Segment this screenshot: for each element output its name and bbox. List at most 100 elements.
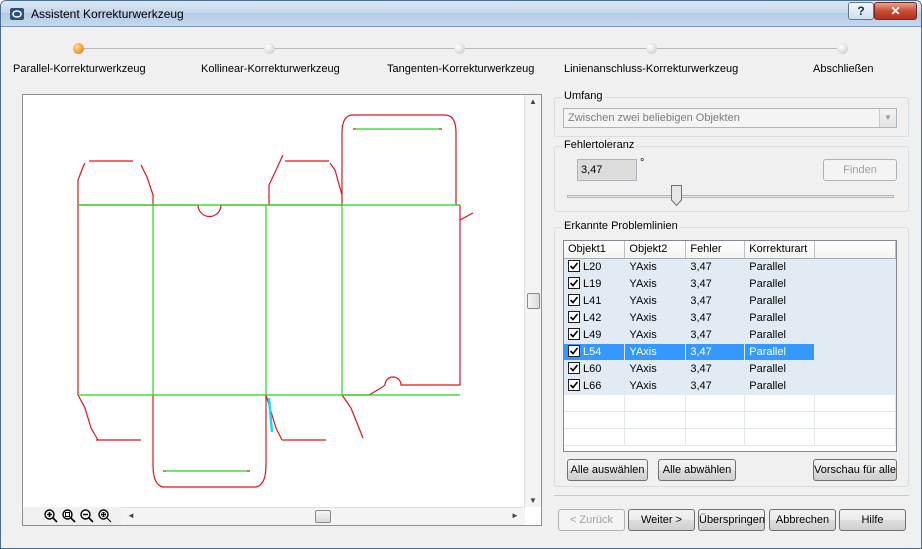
cell-empty	[564, 428, 626, 446]
table-row[interactable]: L60 YAxis 3,47 Parallel	[564, 360, 896, 378]
row-checkbox[interactable]	[568, 379, 580, 391]
table-row[interactable]: L42 YAxis 3,47 Parallel	[564, 309, 896, 327]
table-row[interactable]: L41 YAxis 3,47 Parallel	[564, 292, 896, 310]
row-checkbox[interactable]	[568, 311, 580, 323]
dieline-drawing[interactable]	[23, 95, 525, 507]
table-row-empty	[564, 428, 896, 446]
tolerance-input[interactable]: 3,47	[577, 159, 637, 181]
find-button[interactable]: Finden	[823, 159, 897, 181]
cell-objekt1[interactable]: L49	[564, 326, 626, 344]
scope-value: Zwischen zwei beliebigen Objekten	[568, 112, 740, 124]
cell-objekt1-label: L66	[583, 380, 602, 392]
cell-empty	[685, 411, 746, 429]
scope-combo[interactable]: Zwischen zwei beliebigen Objekten ▼	[563, 108, 897, 128]
scope-title: Umfang	[562, 90, 605, 102]
cell-objekt1[interactable]: L42	[564, 309, 626, 327]
vertical-scrollbar[interactable]: ▲ ▼	[524, 95, 541, 507]
cell-empty	[814, 292, 896, 310]
cell-objekt2: YAxis	[624, 275, 687, 293]
cell-fehler: 3,47	[685, 275, 746, 293]
degree-unit: °	[640, 157, 645, 169]
horizontal-scrollbar[interactable]: ◄ ►	[121, 507, 525, 525]
skip-button[interactable]: Überspringen	[698, 509, 765, 531]
title-bar[interactable]: Assistent Korrekturwerkzeug ? ✕	[1, 1, 921, 27]
cell-objekt1[interactable]: L60	[564, 360, 626, 378]
problems-table[interactable]: Objekt1 Objekt2 Fehler Korrekturart L20 Y…	[563, 240, 897, 452]
cell-objekt1[interactable]: L54	[564, 343, 626, 361]
scroll-right-icon[interactable]: ►	[507, 511, 523, 520]
cell-empty	[814, 394, 896, 412]
cell-empty	[814, 258, 896, 276]
cell-empty	[564, 394, 626, 412]
column-header-objekt2[interactable]: Objekt2	[624, 241, 687, 259]
cell-fehler: 3,47	[685, 326, 746, 344]
column-header-objekt1[interactable]: Objekt1	[564, 241, 626, 259]
column-header-korrekturart[interactable]: Korrekturart	[744, 241, 816, 259]
cell-korrekturart: Parallel	[744, 258, 816, 276]
help-title-button[interactable]: ?	[848, 2, 874, 20]
deselect-all-button[interactable]: Alle abwählen	[658, 459, 736, 481]
table-row[interactable]: L19 YAxis 3,47 Parallel	[564, 275, 896, 293]
preview-all-button[interactable]: Vorschau für alle	[813, 459, 897, 481]
cell-objekt1[interactable]: L41	[564, 292, 626, 310]
table-row[interactable]: L66 YAxis 3,47 Parallel	[564, 377, 896, 395]
cell-fehler: 3,47	[685, 309, 746, 327]
zoom-fit-icon[interactable]	[97, 508, 113, 524]
zoom-window-icon[interactable]	[61, 508, 77, 524]
select-all-button[interactable]: Alle auswählen	[567, 459, 648, 481]
step-dot-linienanschluss	[646, 43, 657, 54]
vertical-scroll-thumb[interactable]	[527, 293, 540, 309]
row-checkbox[interactable]	[568, 294, 580, 306]
cell-objekt2: YAxis	[624, 326, 687, 344]
table-row[interactable]: L54 YAxis 3,47 Parallel	[564, 343, 896, 361]
step-dot-abschliessen	[837, 43, 848, 54]
row-checkbox[interactable]	[568, 277, 580, 289]
cell-empty	[744, 394, 816, 412]
zoom-in-icon[interactable]	[43, 508, 59, 524]
cell-korrekturart: Parallel	[744, 377, 816, 395]
back-button[interactable]: < Zurück	[558, 509, 625, 531]
scroll-left-icon[interactable]: ◄	[123, 511, 139, 520]
cell-empty	[744, 428, 816, 446]
step-label-abschliessen: Abschließen	[813, 63, 874, 75]
chevron-down-icon[interactable]: ▼	[879, 109, 896, 127]
footer-separator	[554, 495, 909, 496]
row-checkbox[interactable]	[568, 362, 580, 374]
cell-objekt1[interactable]: L66	[564, 377, 626, 395]
row-checkbox[interactable]	[568, 345, 580, 357]
cell-objekt1[interactable]: L19	[564, 275, 626, 293]
tolerance-title: Fehlertoleranz	[562, 139, 637, 151]
zoom-out-icon[interactable]	[79, 508, 95, 524]
cell-empty	[564, 411, 626, 429]
cancel-button[interactable]: Abbrechen	[769, 509, 836, 531]
row-checkbox[interactable]	[568, 328, 580, 340]
step-dot-parallel	[73, 43, 84, 54]
table-row[interactable]: L20 YAxis 3,47 Parallel	[564, 258, 896, 276]
step-dot-tangenten	[454, 43, 465, 54]
scroll-up-icon[interactable]: ▲	[525, 97, 541, 106]
column-header-fehler[interactable]: Fehler	[685, 241, 746, 259]
cell-objekt1[interactable]: L20	[564, 258, 626, 276]
step-label-linienanschluss: Linienanschluss-Korrekturwerkzeug	[564, 63, 739, 75]
cell-empty	[814, 343, 896, 361]
cell-objekt2: YAxis	[624, 309, 687, 327]
table-row[interactable]: L49 YAxis 3,47 Parallel	[564, 326, 896, 344]
cell-empty	[814, 275, 896, 293]
horizontal-scroll-thumb[interactable]	[315, 510, 331, 523]
drawing-preview[interactable]: ▲ ▼ ◄ ►	[22, 94, 542, 526]
scroll-down-icon[interactable]: ▼	[525, 496, 541, 505]
cell-empty	[814, 428, 896, 446]
problems-group: Erkannte Problemlinien Objekt1 Objekt2 F…	[554, 220, 909, 487]
cell-empty	[814, 411, 896, 429]
cell-empty	[624, 394, 687, 412]
cell-empty	[685, 394, 746, 412]
next-button[interactable]: Weiter >	[628, 509, 695, 531]
tolerance-slider-thumb[interactable]	[671, 185, 682, 206]
help-button[interactable]: Hilfe	[839, 509, 906, 531]
tolerance-slider-track[interactable]	[567, 195, 894, 198]
cell-objekt1-label: L60	[583, 363, 602, 375]
row-checkbox[interactable]	[568, 260, 580, 272]
step-label-tangenten: Tangenten-Korrekturwerkzeug	[387, 63, 535, 75]
close-button[interactable]: ✕	[874, 2, 917, 20]
cell-fehler: 3,47	[685, 292, 746, 310]
